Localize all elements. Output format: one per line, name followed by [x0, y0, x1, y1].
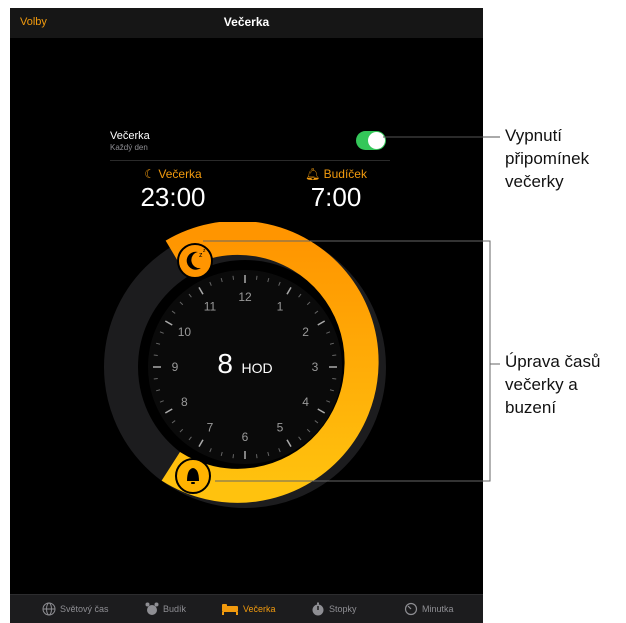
adjust-annotation: Úprava časů večerky a buzení [505, 352, 601, 417]
callout-lines [203, 136, 500, 482]
toggle-annotation: Vypnutí připomínek večerky [505, 126, 590, 191]
